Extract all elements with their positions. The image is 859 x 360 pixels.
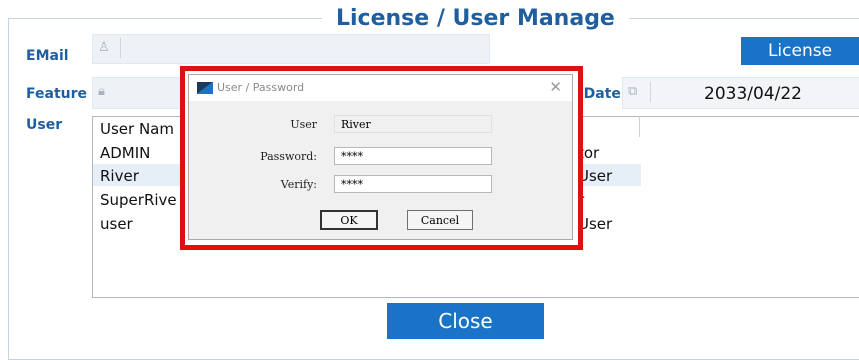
ok-button[interactable]: OK: [320, 210, 378, 230]
cancel-button[interactable]: Cancel: [407, 210, 473, 230]
copy-icon: ⧉: [628, 84, 638, 99]
feature-field[interactable]: [92, 77, 194, 109]
column-divider: [639, 116, 640, 137]
license-button[interactable]: License: [741, 37, 859, 65]
feature-label: Feature: [26, 86, 87, 102]
column-header-user-name[interactable]: User Nam: [100, 120, 174, 138]
table-row[interactable]: user: [100, 215, 133, 233]
divider: [120, 38, 121, 58]
dialog-user-field: River: [334, 115, 492, 133]
user-label: User: [26, 117, 63, 133]
table-row[interactable]: SuperRive: [100, 191, 177, 209]
table-cell-role: User: [578, 215, 613, 233]
expire-date-value: 2033/04/22: [704, 84, 802, 104]
table-row[interactable]: River: [100, 167, 139, 185]
user-password-dialog: User / Password ✕ User River Password: *…: [180, 66, 583, 250]
close-icon[interactable]: ✕: [549, 78, 562, 96]
password-field[interactable]: ****: [334, 147, 492, 165]
lock-icon: 🔒︎: [98, 84, 105, 99]
dialog-title: User / Password: [217, 81, 305, 94]
window-title: License / User Manage: [322, 6, 629, 31]
email-label: EMail: [26, 48, 69, 64]
dialog-titlebar[interactable]: User / Password ✕: [189, 75, 572, 101]
dialog-body: User / Password ✕ User River Password: *…: [188, 74, 573, 240]
close-button[interactable]: Close: [387, 303, 544, 339]
email-field[interactable]: [92, 34, 490, 64]
app-logo-icon: [197, 82, 213, 94]
dialog-user-label: User: [290, 118, 317, 131]
divider: [650, 82, 651, 102]
table-cell-role: User: [578, 167, 613, 185]
user-icon: ♙: [98, 40, 110, 55]
verify-label: Verify:: [280, 178, 317, 191]
verify-field[interactable]: ****: [334, 175, 492, 193]
table-row[interactable]: ADMIN: [100, 144, 150, 162]
password-label: Password:: [260, 150, 317, 163]
